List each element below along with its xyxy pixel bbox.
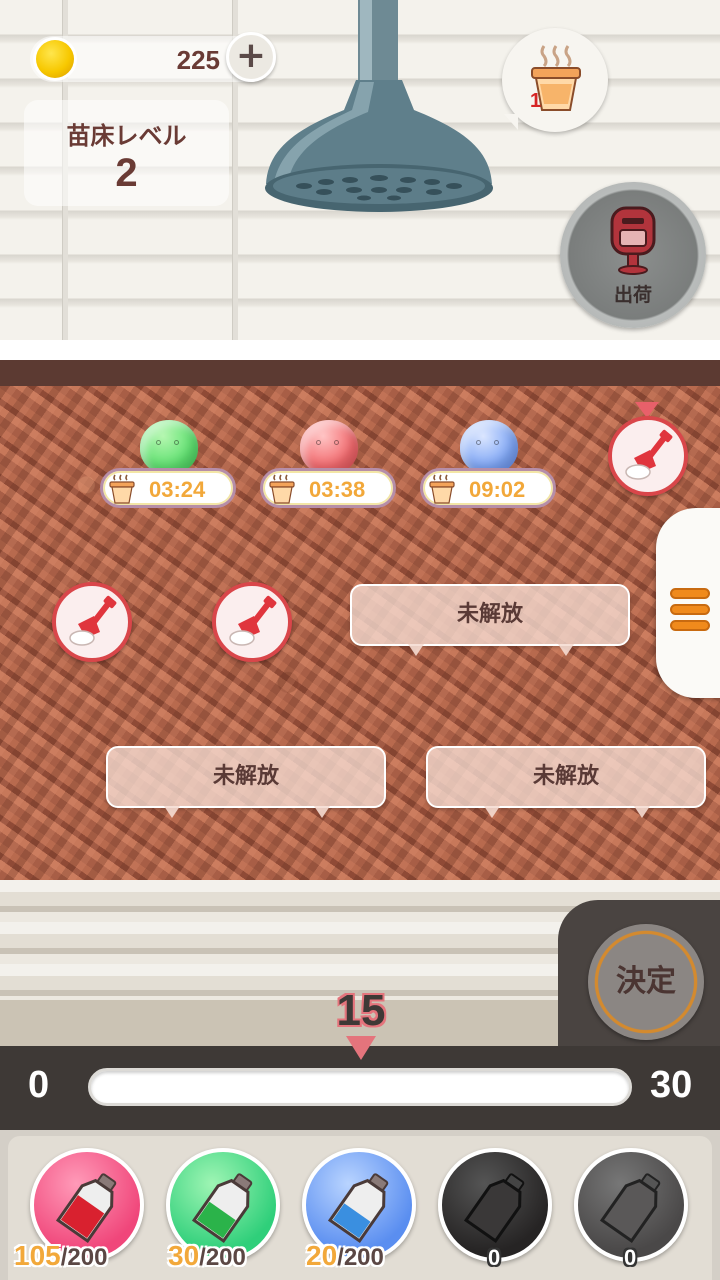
coin-amount: 225 — [176, 45, 220, 75]
plant-plot-button[interactable] — [608, 416, 688, 496]
cup-noodle-icon — [429, 474, 455, 504]
ship-button[interactable]: 出荷 — [560, 182, 706, 328]
ship-label: 出荷 — [613, 284, 652, 306]
locked-plot[interactable]: 未解放 — [106, 746, 386, 818]
soil-edge — [0, 360, 720, 386]
bed-level-panel: 苗床レベル 2 — [24, 100, 229, 206]
coin-counter: 225 + — [30, 32, 276, 82]
decide-button[interactable]: 決定 — [588, 924, 704, 1040]
order-count: 1 — [530, 90, 542, 112]
slime-blue[interactable] — [460, 420, 518, 474]
bottle-icon — [55, 1173, 117, 1243]
growth-timer: 03:24 — [100, 468, 236, 508]
locked-plot-label: 未解放 — [532, 764, 599, 789]
bed-level-value: 2 — [115, 151, 138, 195]
shovel-icon — [69, 595, 117, 646]
divider — [0, 340, 720, 360]
slider-max-label: 30 — [650, 1064, 693, 1106]
bottle-icon — [463, 1173, 525, 1243]
potion-count: 20/200 — [306, 1240, 384, 1271]
plant-plot-button[interactable] — [52, 582, 132, 662]
order-bubble[interactable]: 1 — [502, 28, 608, 132]
slider-min-label: 0 — [28, 1064, 50, 1106]
mailbox-icon — [610, 206, 656, 275]
timer-text: 03:24 — [149, 477, 206, 502]
potion-count: 30/200 — [168, 1240, 246, 1271]
locked-plot[interactable]: 未解放 — [350, 584, 630, 656]
bed-level-label: 苗床レベル — [66, 122, 187, 150]
bottle-icon — [191, 1173, 253, 1243]
shovel-icon — [229, 595, 277, 646]
locked-plot-label: 未解放 — [212, 764, 279, 789]
amount-slider[interactable] — [88, 1068, 632, 1106]
locked-plot-label: 未解放 — [456, 602, 523, 627]
potion-count: 0 — [488, 1245, 501, 1270]
cup-noodle-icon — [269, 474, 295, 504]
bottle-icon — [327, 1173, 389, 1243]
timer-text: 03:38 — [309, 477, 366, 502]
timer-text: 09:02 — [469, 477, 526, 502]
cup-noodle-icon — [109, 474, 135, 504]
potion-count: 0 — [624, 1245, 637, 1270]
shovel-icon — [625, 429, 673, 480]
slider-handle[interactable] — [346, 1036, 376, 1060]
slider-value: 15 — [336, 986, 386, 1035]
bottle-icon — [599, 1173, 661, 1243]
shower-head-icon — [265, 0, 493, 212]
locked-plot[interactable]: 未解放 — [426, 746, 706, 818]
growth-timer: 09:02 — [420, 468, 556, 508]
menu-icon — [670, 588, 710, 599]
coin-icon — [36, 40, 74, 78]
potion-count: 105/200 — [14, 1240, 108, 1271]
plant-plot-button[interactable] — [212, 582, 292, 662]
slime-red[interactable] — [300, 420, 358, 474]
side-menu-button[interactable] — [656, 508, 720, 698]
growth-timer: 03:38 — [260, 468, 396, 508]
slime-green[interactable] — [140, 420, 198, 474]
